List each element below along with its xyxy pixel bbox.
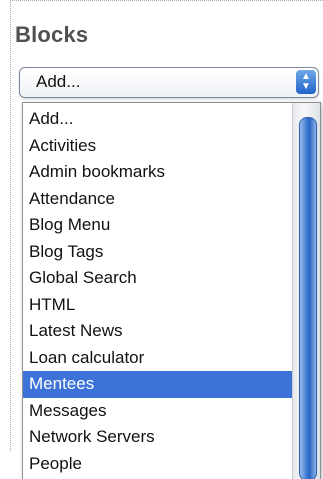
- option-activities[interactable]: Activities: [23, 133, 320, 160]
- option-admin-bookmarks[interactable]: Admin bookmarks: [23, 159, 320, 186]
- select-current-value: Add...: [36, 72, 81, 91]
- add-block-select[interactable]: Add... ▲ ▼: [19, 67, 319, 98]
- option-blog-tags[interactable]: Blog Tags: [23, 239, 320, 266]
- option-latest-news[interactable]: Latest News: [23, 318, 320, 345]
- option-global-search[interactable]: Global Search: [23, 265, 320, 292]
- scrollbar-thumb[interactable]: [299, 117, 317, 479]
- option-blog-menu[interactable]: Blog Menu: [23, 212, 320, 239]
- option-html[interactable]: HTML: [23, 292, 320, 319]
- option-messages[interactable]: Messages: [23, 398, 320, 425]
- option-loan-calculator[interactable]: Loan calculator: [23, 345, 320, 372]
- blocks-title: Blocks: [15, 22, 89, 47]
- add-block-dropdown-list[interactable]: Add... Activities Admin bookmarks Attend…: [22, 102, 321, 479]
- option-mentees[interactable]: Mentees: [23, 371, 320, 398]
- option-attendance[interactable]: Attendance: [23, 186, 320, 213]
- option-add[interactable]: Add...: [23, 106, 320, 133]
- dropdown-scrollbar[interactable]: [292, 103, 320, 479]
- option-network-servers[interactable]: Network Servers: [23, 424, 320, 451]
- option-people[interactable]: People: [23, 451, 320, 478]
- up-down-chevron-icon: ▲ ▼: [296, 70, 316, 94]
